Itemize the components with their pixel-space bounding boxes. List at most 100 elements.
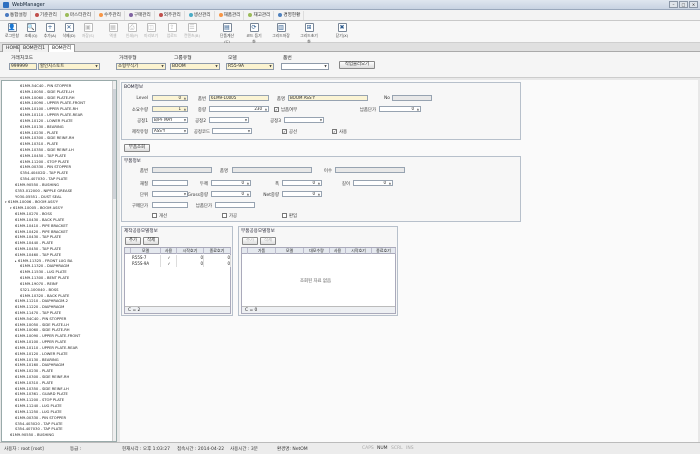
menu-item[interactable]: 경영현황 [275, 10, 305, 20]
chevron-down-icon[interactable]: ▼ [214, 64, 219, 69]
tree-node[interactable]: 61M9-90550 - BUSHING [10, 433, 54, 437]
code-sync-button[interactable]: ⟳ 코드 등기화 [245, 22, 263, 44]
delivery-checkbox[interactable]: ✓ [274, 107, 279, 112]
tree-node[interactable]: 61M9-10420 - PIPE BRACKET [15, 230, 68, 234]
excel-button[interactable]: ▦ 엑셀 [104, 22, 122, 42]
tree-node[interactable]: 61M9-10230 - PLATE [20, 131, 58, 135]
tree-node[interactable]: 61M9-10060 - SIDE PLATE-RH [20, 96, 75, 100]
tree-node[interactable]: 61M9-10110 - UPPER PLATE-REAR [20, 113, 83, 117]
tree-node[interactable]: 61M9-00330 - PIN STOPPER [15, 416, 66, 420]
tree-node[interactable]: 61M9-11530 - LUG PLATE [20, 270, 67, 274]
tree-node[interactable]: 61M9-10100 - UPPER PLATE [15, 340, 66, 344]
tree-node[interactable]: S354-403020 - TAP PLATE [15, 422, 63, 426]
part-name-field[interactable] [232, 167, 312, 173]
chevron-down-icon[interactable]: ▼ [268, 64, 273, 69]
grid-save-button[interactable]: ▥ 그리드저장 [272, 22, 290, 42]
tree-node[interactable]: S354-407030 - TAP PLATE [15, 427, 63, 431]
part-item-field[interactable] [152, 167, 212, 173]
tree-node[interactable]: S354-40402D - TAP PLATE [20, 171, 68, 175]
common-checkbox[interactable]: ✓ [282, 129, 287, 134]
load-work-button[interactable]: 작업불러오기 [339, 61, 375, 69]
net-field[interactable]: 0 ▲ [282, 191, 322, 197]
tree-node[interactable]: 61M9-10430 - BACK PLATE [15, 218, 64, 222]
close-window-button[interactable]: × [689, 1, 698, 8]
col-use[interactable]: 사용 [161, 248, 177, 254]
save-button[interactable]: ▣ 저장(S) [79, 22, 97, 42]
col-end[interactable]: 종료호기 [372, 248, 396, 254]
part-model-grid[interactable]: 가품 모델 대모수량 사용 시작호기 종료호기 조회된 자료 없음 C = 0 [241, 247, 396, 314]
tree-node[interactable]: 61M9-11470 - TAP PLATE [15, 311, 61, 315]
tree-node[interactable]: 61M9-10050 - SIDE PLATE-LH [15, 323, 69, 327]
level-field[interactable]: 0 ▲ [152, 95, 188, 101]
spinner-icon[interactable]: ▲ [416, 107, 420, 111]
tree-node[interactable]: 61M9-10130 - BEARING [20, 125, 64, 129]
chevron-down-icon[interactable]: ▼ [244, 118, 248, 122]
chevron-down-icon[interactable]: ▼ [183, 118, 187, 122]
tree-node[interactable]: 61M9-10361 - GUARD PLATE [15, 392, 68, 396]
chevron-down-icon[interactable]: ▼ [183, 129, 187, 133]
tree-node[interactable]: 61M9-00330 - PIN STOPPER [20, 165, 71, 169]
spinner-icon[interactable]: ▲ [183, 107, 187, 111]
menu-item[interactable]: 생산관리 [186, 10, 215, 20]
tree-node[interactable]: 61M9-10100 - UPPER PLATE-RH [20, 107, 78, 111]
tree-node[interactable]: 61M9-10160 - DIAPHRAGM [15, 363, 64, 367]
part-add-button[interactable]: 추가 [242, 237, 258, 245]
tree-node[interactable]: 61M9-10090 - UPPER PLATE-FRONT [20, 101, 85, 105]
group-select[interactable]: BOOM ▼ [170, 63, 220, 70]
tree-node[interactable]: S353-012000 - NIPPLE GREASE [15, 189, 72, 193]
search-button[interactable]: 🔍 조회(Q) [22, 22, 40, 42]
col-end[interactable]: 종료호기 [204, 248, 231, 254]
tree-node[interactable]: 61M9-10310 - PLATE [15, 381, 53, 385]
tree-node[interactable]: 61M9-10090 - UPPER PLATE-FRONT [15, 334, 80, 338]
col-start[interactable]: 시작호기 [177, 248, 204, 254]
menu-item[interactable]: 통합설정 [2, 10, 31, 20]
tree-node[interactable]: 61M9-11250 - LUG PLATE [15, 410, 62, 414]
tree-node[interactable]: 61M9-10350 - SIDE REINF-LH [15, 387, 69, 391]
customer-name-field[interactable]: 할인지스토트 ▼ [38, 63, 100, 70]
process-checkbox[interactable] [222, 213, 227, 218]
tree-node[interactable]: 61M9-11320 - DIAPHRAGM [20, 264, 69, 268]
use-checkbox[interactable]: ✓ [332, 129, 337, 134]
col-model[interactable]: 모델 [276, 248, 304, 254]
preview-button[interactable]: ◫ 미리보기 [142, 22, 160, 42]
col-use[interactable]: 사용 [330, 248, 346, 254]
chevron-down-icon[interactable]: ▼ [323, 64, 328, 69]
proc3-select[interactable]: ▼ [284, 117, 324, 123]
tree-node[interactable]: 61M9-10460 - TAP PLATE [15, 253, 61, 257]
qty-field[interactable]: 1 ▲ [152, 106, 188, 112]
part-search-button[interactable]: 부품조회 [124, 144, 150, 152]
grid-reset-button[interactable]: ⊞ 그리드초기화 [300, 22, 318, 44]
part-delete-button[interactable]: 삭제 [260, 237, 276, 245]
minimize-button[interactable]: – [669, 1, 678, 8]
print-button[interactable]: ⎙ 인쇄(P) [123, 22, 141, 42]
chevron-down-icon[interactable]: ▼ [319, 118, 323, 122]
tree-node[interactable]: 61M9-10320 - BACK PLATE [20, 294, 69, 298]
tree-node[interactable]: 61M9-10350 - SIDE REINF-LH [20, 148, 74, 152]
length-field[interactable]: 0 ▲ [353, 180, 393, 186]
tree-node[interactable]: 61M9-10300 - SIDE REINF-RH [20, 136, 74, 140]
tree-node[interactable]: 61M9-11200 - STOP PLATE [15, 398, 64, 402]
tree-scrollbar[interactable] [112, 81, 116, 441]
spinner-icon[interactable]: ▲ [317, 192, 321, 196]
unitprice-field[interactable]: 0 ▲ [379, 106, 421, 112]
tree-node[interactable]: 61M9-54C40 - PIN STOPPER [20, 84, 71, 88]
spinner-icon[interactable]: ▲ [264, 107, 268, 111]
menu-item[interactable]: 마스터관리 [62, 10, 95, 20]
tree-node[interactable]: 61M9-11220 - DIAPHRAGM [15, 305, 64, 309]
col-start[interactable]: 시작호기 [346, 248, 372, 254]
col-qty[interactable]: 대모수량 [304, 248, 330, 254]
item-no-field[interactable]: 61M9-10005 [209, 95, 269, 101]
spinner-icon[interactable]: ▲ [388, 181, 392, 185]
contents-button[interactable]: ☰ 컨텐츠(B) [183, 22, 201, 42]
tree-node[interactable]: 61M9-10120 - LOWER PLATE [20, 119, 73, 123]
tree-node[interactable]: 61M9-10130 - BEARING [15, 358, 59, 362]
tree-node[interactable]: 61M9-10440 - PLATE [15, 241, 53, 245]
tree-node[interactable]: ▾61M9-10006 - BOOM ASS'Y [5, 200, 58, 204]
tree-node[interactable]: 61M9-10110 - UPPER PLATE-REAR [15, 346, 78, 350]
thickness-field[interactable]: 0 ▲ [211, 180, 251, 186]
item-name-field[interactable]: BOOM ASS'Y [288, 95, 368, 101]
spinner-icon[interactable]: ▲ [246, 192, 250, 196]
close-button[interactable]: ✖ 닫기(X) [333, 22, 351, 42]
mfg-model-grid[interactable]: 모델 사용 시작호기 종료호기 R55S-7 ✓ 0 0 R55S-9A ✓ 0… [124, 247, 231, 314]
tree-node[interactable]: 61M9-10430 - TAP PLATE [15, 235, 61, 239]
